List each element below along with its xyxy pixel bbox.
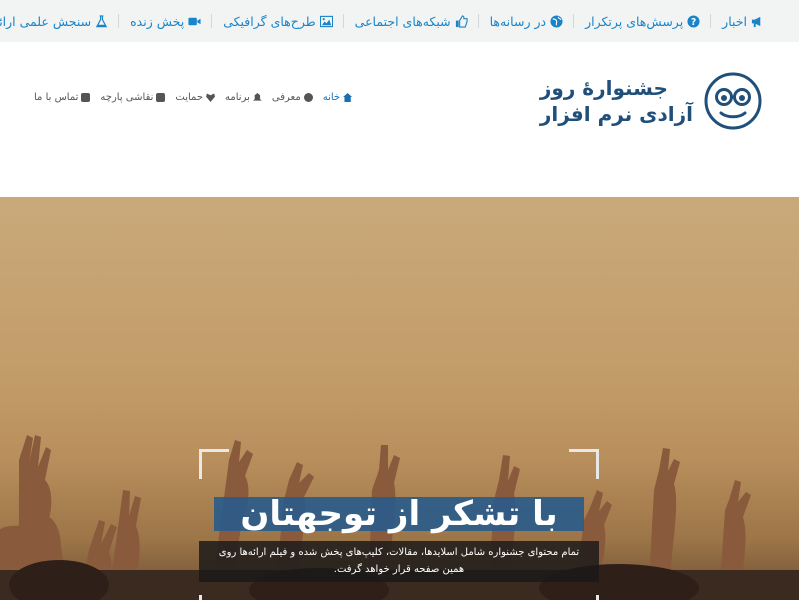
top-link-label: شبکه‌های اجتماعی [355, 13, 452, 29]
thumbs-up-icon [456, 14, 469, 28]
main-nav: خانه معرفی برنامه حمایت نقاشی پارچه تماس… [30, 92, 358, 103]
frame-corner-top-left [200, 449, 230, 479]
bell-icon [253, 93, 263, 101]
top-link-live[interactable]: پخش زنده [120, 0, 214, 42]
hero-banner: با تشکر از توجهتان تمام محتوای جشنواره ش… [0, 197, 800, 600]
megaphone-icon [752, 16, 762, 27]
top-link-news[interactable]: اخبار [712, 0, 776, 42]
nav-item-label: معرفی [272, 92, 302, 103]
top-bar: اخبار ? پرسش‌های پرتکرار در رسانه‌ها شبک… [0, 0, 800, 42]
phone-icon [82, 93, 92, 102]
heart-icon [207, 93, 217, 102]
top-link-label: در رسانه‌ها [490, 13, 548, 29]
nav-item-label: تماس با ما [35, 92, 80, 103]
site-header: جشنوارهٔ روز آزادی نرم افزار خانه معرفی … [0, 42, 800, 197]
info-icon [304, 93, 314, 102]
svg-text:?: ? [692, 16, 697, 27]
edit-icon [157, 93, 167, 102]
frame-corner-top-right [570, 449, 600, 479]
nav-item-label: حمایت [176, 92, 205, 103]
top-links: اخبار ? پرسش‌های پرتکرار در رسانه‌ها شبک… [0, 0, 800, 42]
logo-line-2: آزادی نرم افزار [540, 102, 694, 126]
top-link-label: پخش زنده [131, 13, 186, 29]
top-link-social[interactable]: شبکه‌های اجتماعی [345, 0, 480, 42]
hero-title: با تشکر از توجهتان [215, 497, 585, 531]
frame-corner-bottom-left [200, 595, 230, 600]
home-icon [344, 93, 354, 102]
nav-item-label: نقاشی پارچه [101, 92, 155, 103]
nav-item-label: برنامه [226, 92, 251, 103]
flask-icon [96, 14, 109, 27]
logo-glasses-icon [705, 72, 763, 130]
top-link-graphics[interactable]: طرح‌های گرافیکی [213, 0, 346, 42]
site-logo[interactable]: جشنوارهٔ روز آزادی نرم افزار [541, 70, 764, 132]
logo-line-1: جشنوارهٔ روز [540, 76, 669, 100]
question-icon: ? [688, 14, 701, 27]
top-link-evaluation[interactable]: سنجش علمی ارائه‌ها [0, 0, 121, 42]
top-link-label: سنجش علمی ارائه‌ها [0, 13, 93, 29]
nav-item-contact[interactable]: تماس با ما [30, 92, 96, 103]
nav-item-fabric-painting[interactable]: نقاشی پارچه [96, 92, 171, 103]
logo-title: جشنوارهٔ روز آزادی نرم افزار [541, 75, 694, 127]
nav-item-home[interactable]: خانه [319, 92, 358, 103]
top-link-label: اخبار [723, 13, 748, 29]
nav-item-program[interactable]: برنامه [221, 92, 268, 103]
nav-item-about[interactable]: معرفی [268, 92, 319, 103]
top-link-label: طرح‌های گرافیکی [224, 13, 317, 29]
nav-item-label: خانه [323, 92, 342, 103]
hero-description: تمام محتوای جشنواره شامل اسلایدها، مقالا… [200, 541, 600, 582]
nav-item-support[interactable]: حمایت [171, 92, 221, 103]
top-link-faq[interactable]: ? پرسش‌های پرتکرار [575, 0, 713, 42]
globe-icon [551, 14, 564, 28]
top-link-label: پرسش‌های پرتکرار [586, 13, 685, 29]
top-link-media[interactable]: در رسانه‌ها [480, 0, 576, 42]
video-camera-icon [189, 17, 202, 25]
image-icon [320, 15, 334, 27]
frame-corner-bottom-right [570, 595, 600, 600]
